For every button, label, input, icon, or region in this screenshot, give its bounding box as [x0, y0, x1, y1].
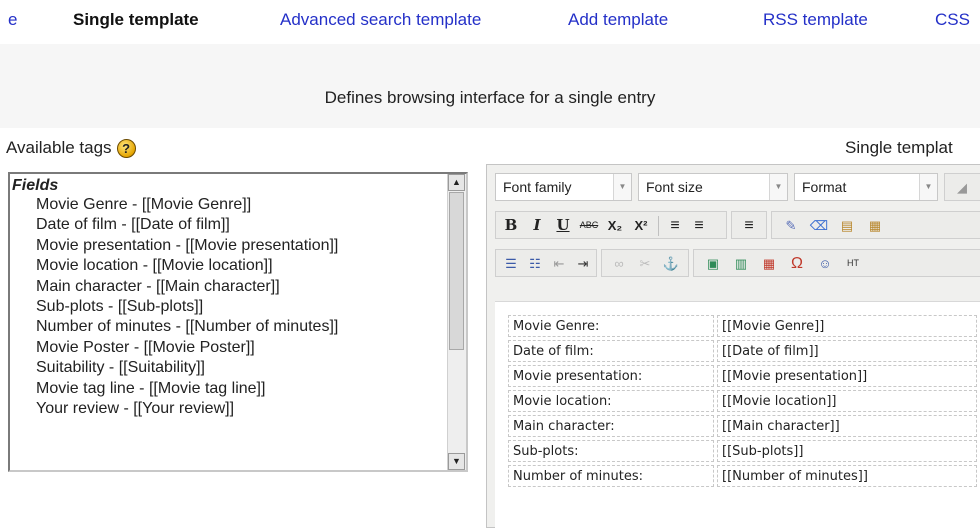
table-row: Date of film: [[Date of film]] — [508, 340, 977, 362]
font-size-value: Font size — [646, 179, 703, 195]
field-tag-cell[interactable]: [[Number of minutes]] — [717, 465, 977, 487]
table-row: Number of minutes: [[Number of minutes]] — [508, 465, 977, 487]
strikethrough-button[interactable]: ABC — [578, 215, 600, 236]
tag-option[interactable]: Suitability - [[Suitability]] — [10, 358, 446, 378]
tab-css-template[interactable]: CSS — [935, 10, 970, 30]
tag-option[interactable]: Number of minutes - [[Number of minutes]… — [10, 317, 446, 337]
tag-option[interactable]: Movie presentation - [[Movie presentatio… — [10, 236, 446, 256]
font-size-select[interactable]: Font size ▼ — [638, 173, 788, 201]
paste-text-icon[interactable]: ▤ — [836, 215, 858, 236]
tag-group-fields: Fields — [12, 177, 59, 194]
underline-button[interactable]: U — [552, 215, 574, 236]
chevron-down-icon: ▼ — [919, 174, 937, 200]
table-row: Movie presentation: [[Movie presentation… — [508, 365, 977, 387]
html-source-button[interactable]: HT — [842, 253, 864, 274]
cleanup-icon[interactable]: ✎ — [780, 215, 802, 236]
tag-option[interactable]: Movie location - [[Movie location]] — [10, 256, 446, 276]
field-tag-cell[interactable]: [[Movie location]] — [717, 390, 977, 412]
scroll-thumb[interactable] — [449, 192, 464, 350]
format-select[interactable]: Format ▼ — [794, 173, 938, 201]
field-name-cell[interactable]: Movie Genre: — [508, 315, 714, 337]
toolbar-overflow: ◢ — [944, 173, 980, 201]
field-tag-cell[interactable]: [[Movie presentation]] — [717, 365, 977, 387]
eraser-icon[interactable]: ⌫ — [808, 215, 830, 236]
tab-rss-template[interactable]: RSS template — [763, 10, 868, 30]
superscript-button[interactable]: X² — [630, 215, 652, 236]
chevron-down-icon: ▼ — [769, 174, 787, 200]
media-icon[interactable]: ▥ — [730, 253, 752, 274]
field-name-cell[interactable]: Movie location: — [508, 390, 714, 412]
tab-add-template[interactable]: Add template — [568, 10, 668, 30]
align-center-icon[interactable]: ≡ — [688, 215, 710, 236]
edit-tools-group: ✎ ⌫ ▤ ▦ — [771, 211, 980, 239]
tag-option[interactable]: Movie Poster - [[Movie Poster]] — [10, 338, 446, 358]
unlink-icon[interactable]: ✂ — [634, 253, 656, 274]
template-table: Movie Genre: [[Movie Genre]] Date of fil… — [505, 312, 980, 490]
link-icon[interactable]: ∞ — [608, 253, 630, 274]
template-tabs: e Single template Advanced search templa… — [0, 0, 980, 44]
bold-button[interactable]: B — [500, 215, 522, 236]
table-icon[interactable]: ▦ — [758, 253, 780, 274]
tags-scrollbar[interactable]: ▲ ▼ — [447, 174, 466, 470]
paste-word-icon[interactable]: ▦ — [864, 215, 886, 236]
align-right-group: ≡ — [731, 211, 767, 239]
font-family-select[interactable]: Font family ▼ — [495, 173, 632, 201]
outdent-icon[interactable]: ⇤ — [548, 253, 570, 274]
available-tags-label: Available tags ? — [6, 138, 136, 158]
editor-label: Single templat — [845, 138, 953, 157]
field-tag-cell[interactable]: [[Main character]] — [717, 415, 977, 437]
tab-advanced-search-template[interactable]: Advanced search template — [280, 10, 481, 30]
scroll-down-arrow-icon[interactable]: ▼ — [448, 453, 465, 470]
table-row: Movie location: [[Movie location]] — [508, 390, 977, 412]
chevron-down-icon: ▼ — [613, 174, 631, 200]
insert-group: ▣ ▥ ▦ Ω ☺ HT — [693, 249, 980, 277]
special-char-icon[interactable]: Ω — [786, 253, 808, 274]
color-icon[interactable]: ◢ — [951, 177, 973, 198]
tag-option[interactable]: Date of film - [[Date of film]] — [10, 215, 446, 235]
available-tags-text: Available tags — [6, 138, 112, 157]
tag-option[interactable]: Your review - [[Your review]] — [10, 399, 446, 419]
tag-option[interactable]: Sub-plots - [[Sub-plots]] — [10, 297, 446, 317]
page-description: Defines browsing interface for a single … — [324, 88, 656, 107]
table-row: Main character: [[Main character]] — [508, 415, 977, 437]
table-row: Movie Genre: [[Movie Genre]] — [508, 315, 977, 337]
tab-single-template[interactable]: Single template — [73, 10, 199, 30]
field-name-cell[interactable]: Date of film: — [508, 340, 714, 362]
editor-content-area[interactable]: Movie Genre: [[Movie Genre]] Date of fil… — [495, 301, 980, 530]
field-name-cell[interactable]: Main character: — [508, 415, 714, 437]
field-tag-cell[interactable]: [[Date of film]] — [717, 340, 977, 362]
tab-list-template[interactable]: e — [8, 10, 17, 30]
description-band — [0, 44, 980, 128]
indent-icon[interactable]: ⇥ — [572, 253, 594, 274]
emoticon-icon[interactable]: ☺ — [814, 253, 836, 274]
anchor-icon[interactable]: ⚓ — [660, 253, 682, 274]
format-value: Format — [802, 179, 847, 195]
text-format-group: B I U ABC X₂ X² ≡ ≡ — [495, 211, 727, 239]
list-group: ☰ ☷ ⇤ ⇥ — [495, 249, 597, 277]
available-tags-list[interactable]: Fields Movie Genre - [[Movie Genre]] Dat… — [8, 172, 468, 472]
tag-option[interactable]: Movie Genre - [[Movie Genre]] — [10, 195, 446, 215]
html-editor: Font family ▼ Font size ▼ Format ▼ ◢ B I… — [486, 164, 980, 530]
bullet-list-icon[interactable]: ☰ — [500, 253, 522, 274]
font-family-value: Font family — [503, 179, 572, 195]
scroll-up-arrow-icon[interactable]: ▲ — [448, 174, 465, 191]
field-name-cell[interactable]: Movie presentation: — [508, 365, 714, 387]
help-icon[interactable]: ? — [116, 138, 136, 158]
subscript-button[interactable]: X₂ — [604, 215, 626, 236]
align-left-icon[interactable]: ≡ — [664, 215, 686, 236]
field-tag-cell[interactable]: [[Sub-plots]] — [717, 440, 977, 462]
field-tag-cell[interactable]: [[Movie Genre]] — [717, 315, 977, 337]
field-name-cell[interactable]: Sub-plots: — [508, 440, 714, 462]
image-icon[interactable]: ▣ — [702, 253, 724, 274]
field-name-cell[interactable]: Number of minutes: — [508, 465, 714, 487]
tag-option[interactable]: Main character - [[Main character]] — [10, 277, 446, 297]
align-right-icon[interactable]: ≡ — [738, 215, 760, 236]
tag-option[interactable]: Movie tag line - [[Movie tag line]] — [10, 379, 446, 399]
link-group: ∞ ✂ ⚓ — [601, 249, 689, 277]
table-row: Sub-plots: [[Sub-plots]] — [508, 440, 977, 462]
numbered-list-icon[interactable]: ☷ — [524, 253, 546, 274]
italic-button[interactable]: I — [526, 215, 548, 236]
